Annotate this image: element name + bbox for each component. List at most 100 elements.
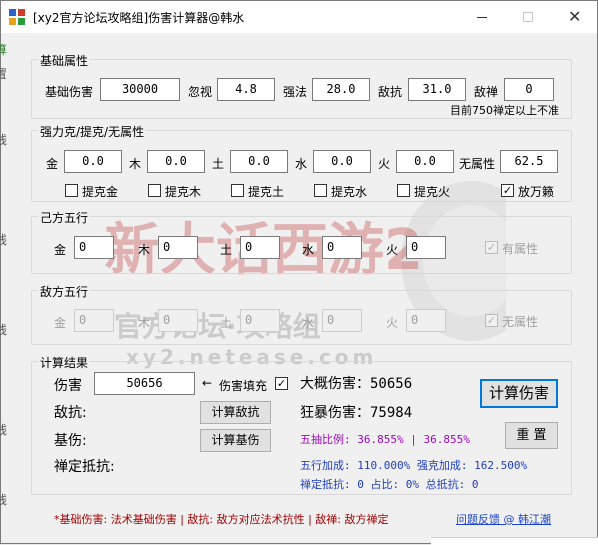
- element-water-label: 水: [295, 157, 308, 171]
- boost-water-label: 提克水: [331, 185, 368, 199]
- basic-attributes-legend: 基础属性: [38, 52, 91, 69]
- enemy-fire-label: 火: [386, 316, 399, 330]
- element-none-input[interactable]: 62.5: [500, 150, 558, 173]
- damage-output[interactable]: 50656: [94, 372, 195, 395]
- wanlai-checkbox[interactable]: ✓: [501, 184, 514, 197]
- own-water-input[interactable]: 0: [322, 236, 362, 259]
- boost-wood-checkbox[interactable]: [148, 184, 161, 197]
- title-bar[interactable]: [xy2官方论坛攻略组]伤害计算器@韩水 ✕: [1, 1, 597, 33]
- ignore-label: 忽视: [188, 85, 213, 99]
- zen-accuracy-note: 目前750禅定以上不准: [450, 104, 559, 117]
- boost-earth-label: 提克土: [248, 185, 285, 199]
- boost-metal-checkbox[interactable]: [65, 184, 78, 197]
- ratio-text: 五抽比例: 36.855% | 36.855%: [300, 433, 470, 446]
- close-button[interactable]: ✕: [551, 1, 597, 33]
- damage-label: 伤害: [54, 378, 82, 394]
- calc-resist-button[interactable]: 计算敌抗: [200, 401, 271, 424]
- base-damage-label: 基础伤害: [45, 85, 94, 99]
- zen-stats-text: 禅定抵抗: 0 占比: 0% 总抵抗: 0: [300, 478, 479, 491]
- enemy-water-label: 水: [302, 316, 315, 330]
- calc-damage-button[interactable]: 计算伤害: [480, 379, 558, 408]
- app-icon: [9, 9, 25, 25]
- zen-resist-label: 禅定抵抗:: [54, 459, 115, 475]
- boost-water-checkbox[interactable]: [314, 184, 327, 197]
- enemy-resist-input[interactable]: 31.0: [408, 78, 466, 101]
- results-legend: 计算结果: [38, 354, 91, 371]
- edge-char: 置: [0, 67, 8, 81]
- enemy-water-input[interactable]: 0: [322, 309, 362, 332]
- calc-base-button[interactable]: 计算基伤: [200, 429, 271, 452]
- enemy-five-legend: 敌方五行: [38, 283, 91, 300]
- check-mark-icon: ✓: [276, 377, 287, 390]
- element-metal-input[interactable]: 0.0: [64, 150, 122, 173]
- background-edge-left: 算 置 线 线 线 线 线: [0, 1, 8, 545]
- approx-damage: 大概伤害：50656: [300, 376, 413, 392]
- enemy-wood-label: 木: [138, 316, 151, 330]
- enemy-fire-input[interactable]: 0: [406, 309, 446, 332]
- result-base-damage-label: 基伤:: [54, 433, 87, 449]
- check-mark-icon: ✓: [486, 314, 497, 327]
- own-wood-label: 木: [138, 243, 151, 257]
- enemy-metal-input[interactable]: 0: [74, 309, 114, 332]
- five-bonus-text: 五行加成: 110.000% 强克加成: 162.500%: [300, 459, 528, 472]
- feedback-link[interactable]: 问题反馈 @ 韩江潮: [456, 511, 551, 527]
- own-metal-input[interactable]: 0: [74, 236, 114, 259]
- enemy-no-attr-label: 无属性: [502, 315, 539, 329]
- boost-earth-checkbox[interactable]: [231, 184, 244, 197]
- own-has-attr-label: 有属性: [502, 242, 539, 256]
- own-fire-input[interactable]: 0: [406, 236, 446, 259]
- edge-char: 线: [0, 493, 8, 507]
- close-icon: ✕: [568, 7, 582, 26]
- own-has-attr-checkbox[interactable]: ✓: [485, 241, 498, 254]
- boost-metal-label: 提克金: [82, 185, 119, 199]
- own-earth-input[interactable]: 0: [240, 236, 280, 259]
- boost-fire-checkbox[interactable]: [397, 184, 410, 197]
- enemy-resist-label: 敌抗: [378, 85, 403, 99]
- boost-fire-label: 提克火: [414, 185, 451, 199]
- base-damage-input[interactable]: 30000: [100, 78, 180, 101]
- element-metal-label: 金: [46, 157, 59, 171]
- damage-fill-label: 伤害填充: [219, 379, 268, 393]
- element-earth-label: 土: [212, 157, 225, 171]
- result-enemy-resist-label: 敌抗:: [54, 405, 87, 421]
- footer-note: *基础伤害: 法术基础伤害 | 敌抗: 敌方对应法术抗性 | 敌禅: 敌方禅定: [54, 513, 389, 526]
- own-earth-label: 土: [220, 243, 233, 257]
- maximize-button[interactable]: [505, 1, 551, 33]
- minimize-button[interactable]: [459, 1, 505, 33]
- element-fire-input[interactable]: 0.0: [396, 150, 454, 173]
- arrow-icon: ←: [202, 376, 213, 390]
- element-none-label: 无属性: [459, 157, 496, 171]
- own-five-legend: 己方五行: [38, 209, 91, 226]
- element-earth-input[interactable]: 0.0: [230, 150, 288, 173]
- edge-char: 算: [0, 43, 8, 57]
- calculator-window: [xy2官方论坛攻略组]伤害计算器@韩水 ✕ 新大话西游2 官方论坛·攻略组 x…: [0, 0, 598, 545]
- strength-input[interactable]: 28.0: [312, 78, 370, 101]
- element-wood-input[interactable]: 0.0: [147, 150, 205, 173]
- enemy-wood-input[interactable]: 0: [158, 309, 198, 332]
- own-fire-label: 火: [386, 243, 399, 257]
- reset-button[interactable]: 重 置: [505, 422, 558, 449]
- own-wood-input[interactable]: 0: [158, 236, 198, 259]
- check-mark-icon: ✓: [486, 241, 497, 254]
- enemy-metal-label: 金: [54, 316, 67, 330]
- edge-char: 线: [0, 423, 8, 437]
- edge-char: 线: [0, 133, 8, 147]
- enemy-earth-label: 土: [220, 316, 233, 330]
- own-metal-label: 金: [54, 243, 67, 257]
- edge-char: 线: [0, 233, 8, 247]
- enemy-zen-input[interactable]: 0: [504, 78, 554, 101]
- boost-wood-label: 提克木: [165, 185, 202, 199]
- window-title: [xy2官方论坛攻略组]伤害计算器@韩水: [33, 11, 245, 25]
- element-water-input[interactable]: 0.0: [313, 150, 371, 173]
- crit-damage: 狂暴伤害：75984: [300, 405, 413, 421]
- enemy-no-attr-checkbox[interactable]: ✓: [485, 314, 498, 327]
- element-wood-label: 木: [129, 157, 142, 171]
- edge-char: 线: [0, 323, 8, 337]
- damage-fill-checkbox[interactable]: ✓: [275, 377, 288, 390]
- ignore-input[interactable]: 4.8: [217, 78, 275, 101]
- watermark-logo: 新大话西游2 官方论坛·攻略组 xy2.netease.com: [96, 181, 541, 391]
- element-fire-label: 火: [378, 157, 391, 171]
- enemy-earth-input[interactable]: 0: [240, 309, 280, 332]
- enemy-zen-label: 敌禅: [474, 85, 499, 99]
- own-water-label: 水: [302, 243, 315, 257]
